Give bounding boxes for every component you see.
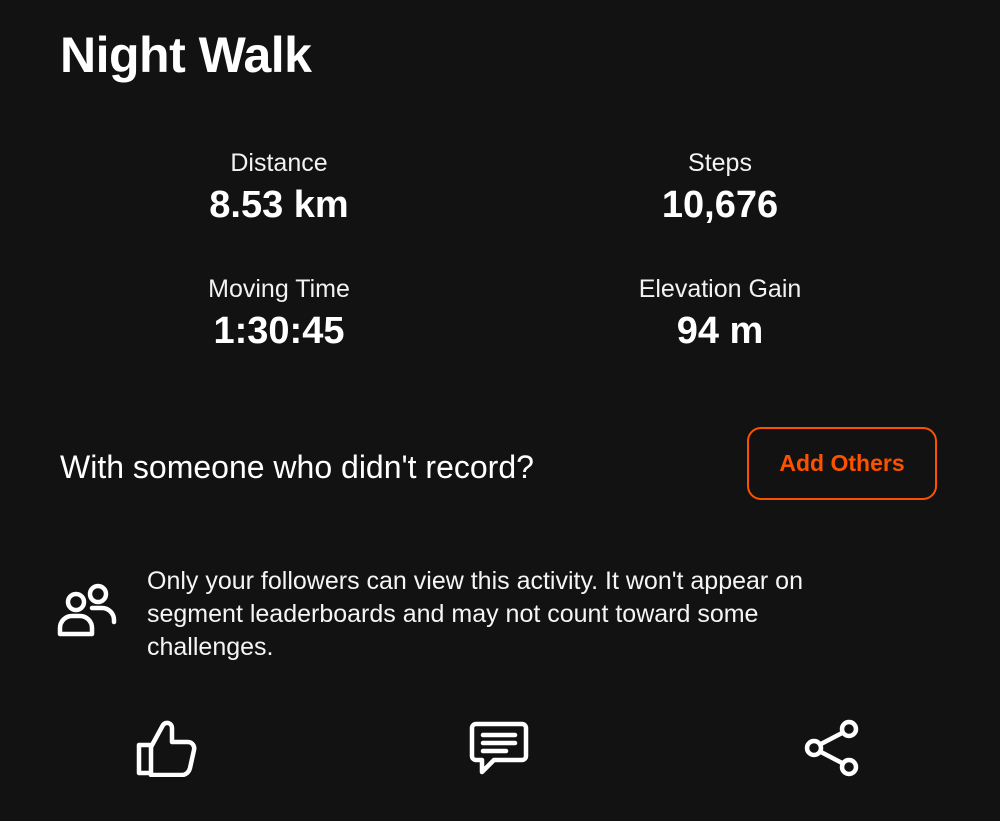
stat-steps: Steps 10,676 <box>570 148 870 228</box>
stat-moving-time: Moving Time 1:30:45 <box>129 274 429 354</box>
comment-button[interactable] <box>462 716 536 784</box>
share-icon <box>801 719 863 782</box>
comment-icon <box>468 720 530 781</box>
stat-moving-time-label: Moving Time <box>208 275 350 303</box>
stat-elevation-gain-value: 94 m <box>676 310 764 352</box>
stat-distance: Distance 8.53 km <box>129 148 429 228</box>
like-button[interactable] <box>130 716 202 784</box>
stat-steps-value: 10,676 <box>661 184 779 226</box>
activity-title: Night Walk <box>60 27 312 83</box>
stat-distance-label: Distance <box>230 149 328 177</box>
stat-distance-value: 8.53 km <box>209 184 349 226</box>
followers-icon <box>56 580 120 640</box>
stat-moving-time-value: 1:30:45 <box>213 310 345 352</box>
stat-steps-label: Steps <box>688 149 752 177</box>
privacy-notice: Only your followers can view this activi… <box>147 567 803 661</box>
add-others-button[interactable]: Add Others <box>747 427 937 500</box>
stat-elevation-gain-label: Elevation Gain <box>638 275 802 303</box>
stat-elevation-gain: Elevation Gain 94 m <box>570 274 870 354</box>
add-others-prompt: With someone who didn't record? <box>60 449 534 485</box>
share-button[interactable] <box>796 716 868 784</box>
thumbs-up-icon <box>135 719 197 782</box>
